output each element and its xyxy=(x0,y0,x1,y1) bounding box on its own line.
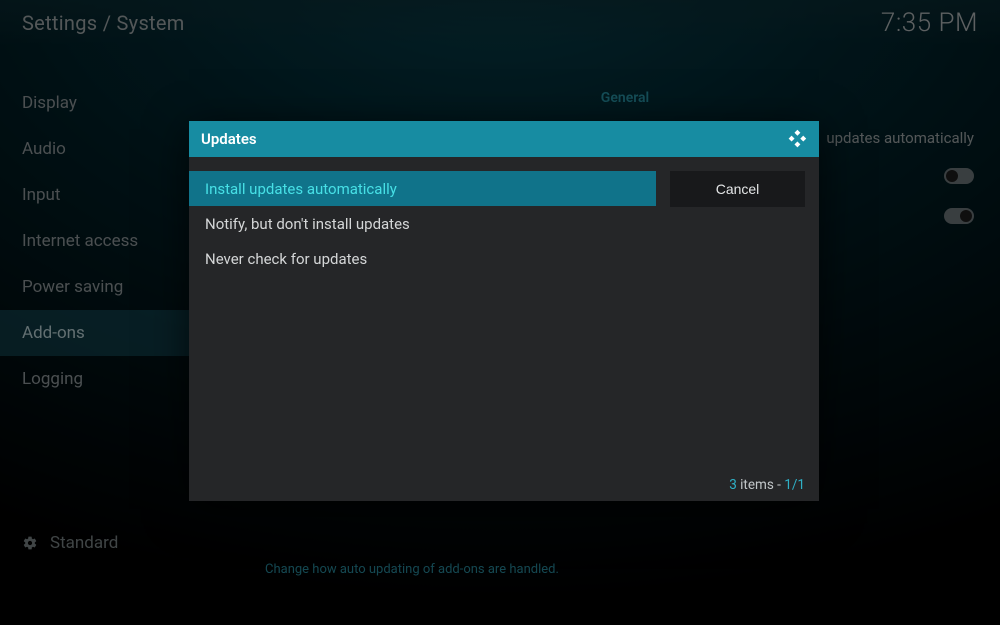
option-never-check[interactable]: Never check for updates xyxy=(189,241,656,276)
option-label: Install updates automatically xyxy=(205,180,397,198)
dialog-button-column: Cancel xyxy=(656,157,819,501)
kodi-logo-icon xyxy=(787,129,807,149)
dialog-title-text: Updates xyxy=(201,130,257,148)
dialog-footer: 3 items - 1/1 xyxy=(729,477,805,493)
cancel-button[interactable]: Cancel xyxy=(670,171,805,207)
option-notify-only[interactable]: Notify, but don't install updates xyxy=(189,206,656,241)
footer-page: 1/1 xyxy=(784,477,805,493)
footer-items-word: items - xyxy=(737,477,784,493)
dialog-titlebar: Updates xyxy=(189,121,819,157)
dialog-body: Install updates automatically Notify, bu… xyxy=(189,157,819,501)
option-label: Notify, but don't install updates xyxy=(205,215,410,233)
option-label: Never check for updates xyxy=(205,250,367,268)
option-install-auto[interactable]: Install updates automatically xyxy=(189,171,656,206)
button-label: Cancel xyxy=(716,181,760,197)
updates-dialog: Updates Install updates automatically No… xyxy=(189,121,819,501)
option-list: Install updates automatically Notify, bu… xyxy=(189,157,656,501)
footer-count: 3 xyxy=(729,477,737,493)
